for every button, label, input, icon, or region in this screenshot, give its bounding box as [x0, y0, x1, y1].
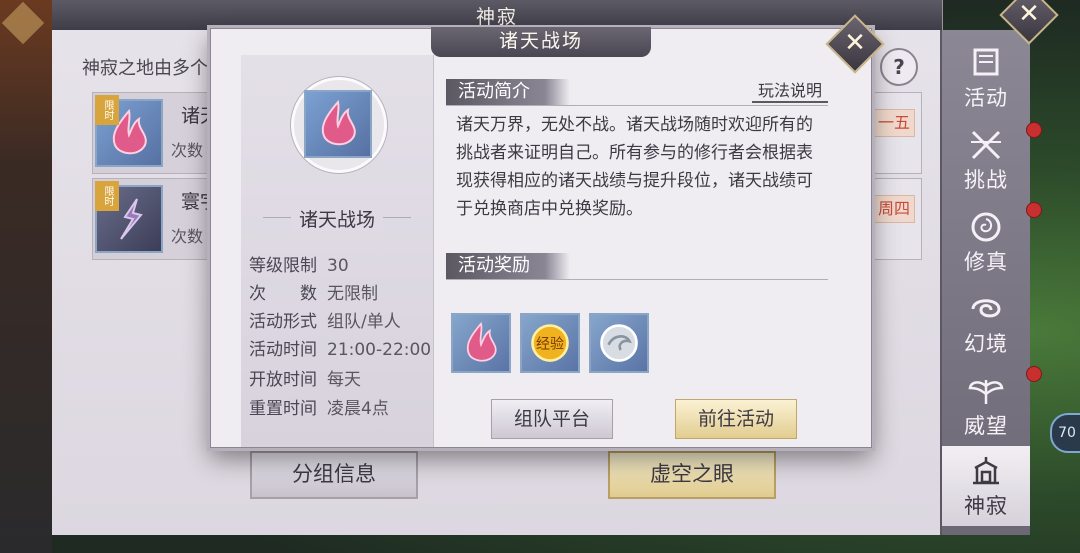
limited-tag: 限时 [95, 95, 119, 125]
info-row: 等级限制 30 [249, 256, 349, 276]
corner-ornament [1, 1, 45, 45]
flag-icon [973, 48, 999, 76]
team-platform-button[interactable]: 组队平台 [491, 399, 613, 439]
activity-description: 诸天万界，无处不战。诸天战场随时欢迎所有的挑战者来证明自己。所有参与的修行者会根… [456, 115, 813, 219]
info-row: 活动形式 组队/单人 [249, 312, 401, 332]
tab-prestige[interactable]: 威望 [942, 366, 1030, 446]
swirl-icon [971, 212, 1001, 242]
window-title: 神寂 [475, 6, 518, 28]
intro-text: 神寂之地由多个 [82, 58, 208, 79]
activity-count-label: 次数 [171, 141, 204, 160]
modal-content-panel: 活动简介 玩法说明 诸天万界，无处不战。诸天战场随时欢迎所有的挑战者来证明自己。… [446, 55, 861, 447]
tab-label: 神寂 [964, 494, 1008, 518]
tab-illusion[interactable]: 幻境 [942, 284, 1042, 382]
tab-label: 威望 [964, 414, 1008, 438]
exp-coin-icon[interactable]: 经验 [520, 313, 581, 373]
right-tab-panel: 活动 挑战 修真 幻境 威望 神寂 [940, 30, 1042, 535]
left-scene-strip [0, 0, 52, 553]
info-row: 开放时间 每天 [249, 370, 361, 390]
silver-coin-icon[interactable] [589, 313, 650, 373]
modal-info-panel: 诸天战场 等级限制 30 次 数无限制 活动形式 组队/单人 活动时间 21:00-2… [241, 55, 434, 447]
info-row: 次 数无限制 [249, 284, 378, 304]
tab-label: 挑战 [964, 168, 1008, 192]
tab-cultivation[interactable]: 修真 [942, 202, 1030, 282]
flame-gem-icon: 限时 [95, 95, 163, 167]
modal-title: 诸天战场 [431, 27, 651, 57]
info-row: 活动时间 21:00-22:00 [249, 340, 432, 360]
intro-section-header: 活动简介 玩法说明 [446, 75, 828, 106]
temple-icon [973, 457, 999, 485]
go-to-activity-button[interactable]: 前往活动 [675, 399, 797, 439]
activity-icon-ring [291, 77, 387, 173]
wings-icon [968, 380, 1004, 404]
tab-label: 幻境 [964, 332, 1008, 356]
activity-day-badge: 一五 [873, 109, 915, 137]
activity-day-badge: 周四 [873, 195, 915, 223]
activity-count-label: 次数 [171, 227, 204, 246]
top-bar: 神寂 [52, 0, 942, 30]
tab-shenji[interactable]: 神寂 [942, 446, 1030, 526]
flame-gem-icon[interactable] [451, 313, 511, 373]
tab-challenge[interactable]: 挑战 [942, 120, 1042, 218]
void-crystal-icon: 限时 [95, 181, 163, 253]
reward-heading: 活动奖励 [446, 253, 570, 279]
close-icon: ✕ [1018, 0, 1040, 29]
group-info-button[interactable]: 分组信息 [250, 451, 418, 499]
rules-link[interactable]: 玩法说明 [751, 77, 828, 103]
crossed-swords-icon [971, 130, 1001, 160]
limited-tag: 限时 [95, 181, 119, 211]
tab-activity[interactable]: 活动 [942, 38, 1042, 138]
activity-detail-modal: 诸天战场 诸天战场 等级限制 30 次 数无限制 活动形式 组队/单人 活动时间 21… [210, 27, 872, 448]
flame-gem-icon [304, 90, 372, 158]
svg-text:经验: 经验 [536, 336, 564, 352]
tab-label: 活动 [964, 86, 1008, 110]
fps-indicator: 70 [1050, 413, 1080, 453]
reward-section-header: 活动奖励 [446, 249, 828, 280]
info-row: 重置时间 凌晨4点 [249, 399, 389, 419]
vortex-icon [971, 299, 1001, 318]
reward-list: 经验 [451, 313, 653, 373]
void-eye-button[interactable]: 虚空之眼 [608, 451, 776, 499]
close-icon: ✕ [844, 28, 866, 58]
tab-label: 修真 [964, 250, 1008, 274]
activity-title: 诸天战场 [241, 205, 433, 232]
help-button[interactable]: ? [880, 48, 918, 86]
intro-heading: 活动简介 [446, 79, 570, 105]
